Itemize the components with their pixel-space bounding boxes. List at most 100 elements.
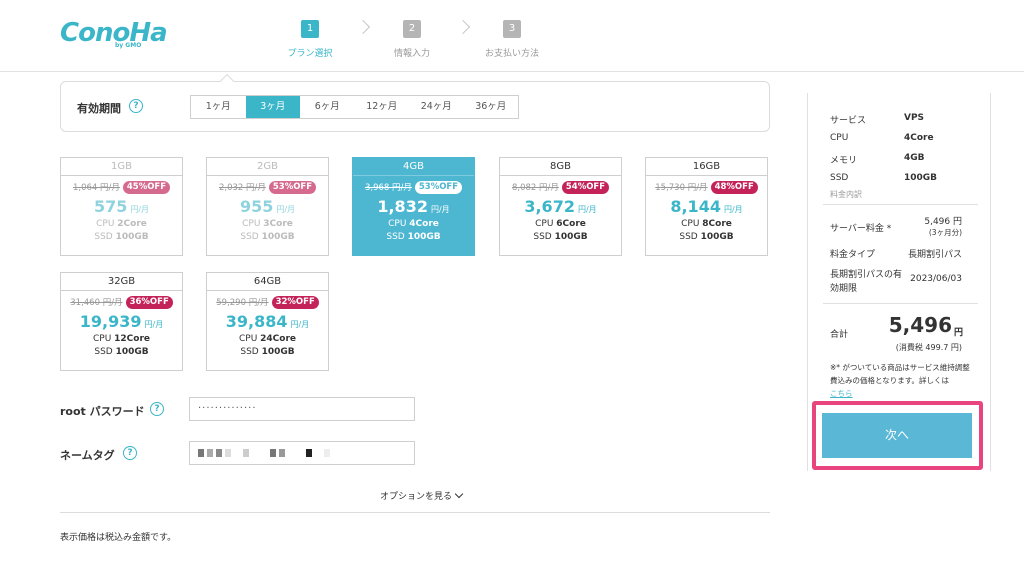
ssd-value: 100GB [904, 173, 938, 183]
step-number: 3 [503, 20, 521, 38]
root-password-input[interactable]: ·············· [189, 397, 415, 421]
discount-badge: 54%OFF [561, 180, 610, 194]
period-tab-3m[interactable]: 3ヶ月 [245, 96, 300, 118]
plan-card-16gb[interactable]: 16GB 15,730 円/月 48%OFF 8,144 円/月 CPU 8Core… [645, 157, 768, 256]
total-unit: 円 [953, 328, 963, 338]
period-label: 有効期間 [77, 102, 121, 115]
server-fee-value: 5,496 円 [924, 217, 962, 227]
plan-cpu: CPU 12Core [92, 334, 151, 344]
name-tag-input[interactable] [189, 441, 415, 465]
period-tab-24m[interactable]: 24ヶ月 [409, 96, 464, 118]
original-price: 3,968 円/月 [364, 183, 412, 193]
step-1: 1 プラン選択 [270, 16, 350, 59]
price-unit: 円/月 [276, 205, 296, 214]
plan-price: 3,672 [524, 197, 575, 216]
plan-card-1gb[interactable]: 1GB 1,064 円/月 45%OFF 575 円/月 CPU 2Core SSD… [60, 157, 183, 256]
fee-type-value: 長期割引パス [907, 250, 962, 260]
step-number: 2 [403, 20, 421, 38]
ssd-label: SSD [830, 173, 849, 183]
plan-memory: 1GB [61, 158, 182, 176]
plan-ssd: SSD 100GB [94, 347, 149, 357]
logo-text: ConoHa [60, 18, 168, 48]
help-icon[interactable]: ? [123, 446, 137, 460]
memory-label: メモリ [830, 156, 858, 166]
plan-cpu: CPU 2Core [96, 219, 147, 229]
original-price: 15,730 円/月 [655, 183, 708, 193]
plan-price: 1,832 [377, 197, 428, 216]
help-icon[interactable]: ? [150, 402, 164, 416]
plan-memory: 32GB [61, 273, 182, 291]
pass-expiry-value: 2023/06/03 [910, 274, 962, 284]
plan-ssd: SSD 100GB [240, 232, 295, 242]
discount-badge: 53%OFF [268, 180, 317, 194]
name-tag-label: ネームタグ [60, 449, 115, 462]
cpu-value: 4Core [904, 133, 934, 143]
period-tab-12m[interactable]: 12ヶ月 [355, 96, 410, 118]
discount-badge: 45%OFF [122, 180, 171, 194]
details-link[interactable]: こちら [830, 389, 853, 398]
price-unit: 円/月 [723, 205, 743, 214]
plan-card-8gb[interactable]: 8GB 8,082 円/月 54%OFF 3,672 円/月 CPU 6Core S… [499, 157, 622, 256]
original-price: 1,064 円/月 [72, 183, 120, 193]
price-unit: 円/月 [577, 205, 597, 214]
plan-price: 19,939 [79, 312, 142, 331]
plan-card-4gb[interactable]: 4GB 3,968 円/月 53%OFF 1,832 円/月 CPU 4Core S… [352, 157, 475, 256]
period-tab-6m[interactable]: 6ヶ月 [300, 96, 355, 118]
chevron-right-icon [355, 19, 371, 35]
original-price: 2,032 円/月 [218, 183, 266, 193]
pass-expiry-label: 長期割引パスの有 [830, 270, 903, 280]
options-link[interactable]: オプションを見る [380, 489, 464, 502]
help-icon[interactable]: ? [129, 99, 143, 113]
cpu-label: CPU [830, 133, 849, 143]
plan-card-2gb[interactable]: 2GB 2,032 円/月 53%OFF 955 円/月 CPU 3Core SSD… [206, 157, 329, 256]
pass-expiry-label-2: 効期限 [830, 284, 858, 294]
plan-ssd: SSD 100GB [533, 232, 588, 242]
plan-memory: 64GB [207, 273, 328, 291]
period-selector: 有効期間 ? 1ヶ月 3ヶ月 6ヶ月 12ヶ月 24ヶ月 36ヶ月 [60, 81, 770, 132]
conoha-logo[interactable]: ConoHa by GMO [60, 18, 168, 52]
period-tabs: 1ヶ月 3ヶ月 6ヶ月 12ヶ月 24ヶ月 36ヶ月 [190, 95, 519, 119]
price-unit: 円/月 [290, 320, 310, 329]
options-link-label: オプションを見る [380, 492, 453, 502]
divider [823, 303, 978, 304]
chevron-right-icon [455, 19, 471, 35]
plan-card-64gb[interactable]: 64GB 59,290 円/月 32%OFF 39,884 円/月 CPU 24Co… [206, 272, 329, 371]
service-label: サービス [830, 116, 867, 126]
divider [823, 204, 978, 205]
period-tab-1m[interactable]: 1ヶ月 [191, 96, 246, 118]
plan-ssd: SSD 100GB [386, 232, 441, 242]
plan-cpu: CPU 6Core [535, 219, 586, 229]
price-unit: 円/月 [430, 205, 450, 214]
breakdown-label: 料金内訳 [830, 190, 862, 199]
next-button[interactable]: 次へ [822, 413, 972, 458]
original-price: 8,082 円/月 [511, 183, 559, 193]
memory-value: 4GB [904, 153, 925, 163]
plan-price: 8,144 [670, 197, 721, 216]
tax-note: 表示価格は税込み金額です。 [60, 533, 177, 543]
plan-cpu: CPU 24Core [238, 334, 297, 344]
price-unit: 円/月 [144, 320, 164, 329]
step-3: 3 お支払い方法 [472, 16, 552, 59]
period-tab-36m[interactable]: 36ヶ月 [464, 96, 519, 118]
discount-badge: 36%OFF [125, 295, 173, 309]
plan-cpu: CPU 8Core [681, 219, 732, 229]
discount-badge: 32%OFF [271, 295, 319, 309]
step-label: お支払い方法 [484, 49, 539, 59]
plan-cpu: CPU 3Core [242, 219, 293, 229]
step-label: 情報入力 [393, 49, 430, 59]
total-tax: (消費税 499.7 円) [895, 343, 962, 352]
surcharge-note: ※* がついている商品はサービス維持調整費込みの価格となります。詳しくは こちら [830, 361, 975, 400]
plan-cpu: CPU 4Core [388, 219, 439, 229]
plan-card-32gb[interactable]: 32GB 31,460 円/月 36%OFF 19,939 円/月 CPU 12Co… [60, 272, 183, 371]
plan-memory: 16GB [646, 158, 767, 176]
plan-ssd: SSD 100GB [94, 232, 149, 242]
server-fee-period: (3ヶ月分) [928, 228, 962, 237]
step-2: 2 情報入力 [372, 16, 452, 59]
total-label: 合計 [830, 330, 849, 340]
plan-memory: 4GB [353, 158, 474, 176]
plan-ssd: SSD 100GB [240, 347, 295, 357]
discount-badge: 53%OFF [414, 180, 463, 194]
root-password-label: root パスワード [60, 405, 145, 418]
plan-memory: 2GB [207, 158, 328, 176]
server-fee-label: サーバー料金 * [830, 224, 892, 234]
